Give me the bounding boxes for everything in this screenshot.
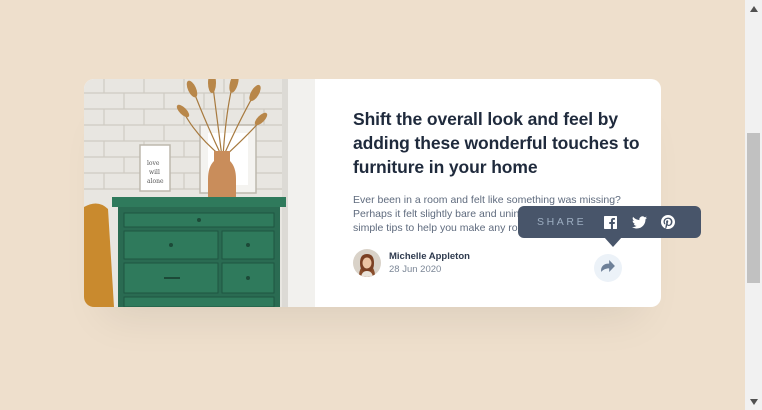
author-name: Michelle Appleton [389,250,470,262]
article-image: love will alone [84,79,315,307]
social-links [602,214,689,230]
share-button[interactable] [594,254,622,282]
author-block: Michelle Appleton 28 Jun 2020 [353,249,470,277]
article-card: love will alone Shift the overall look a… [84,79,661,307]
publish-date: 28 Jun 2020 [389,263,442,275]
pinterest-icon[interactable] [660,214,676,230]
scrollbar[interactable] [745,0,762,410]
scroll-down-icon[interactable] [745,393,762,410]
scroll-up-icon[interactable] [745,0,762,17]
share-icon [601,259,615,277]
svg-text:alone: alone [147,178,164,185]
svg-text:love: love [147,160,160,167]
scroll-thumb[interactable] [747,133,760,283]
facebook-icon[interactable] [602,214,618,230]
share-tooltip: SHARE [518,206,701,247]
avatar [353,249,381,277]
share-label: SHARE [537,216,587,228]
article-title: Shift the overall look and feel by addin… [353,109,640,177]
twitter-icon[interactable] [631,214,647,230]
svg-text:will: will [149,169,160,176]
